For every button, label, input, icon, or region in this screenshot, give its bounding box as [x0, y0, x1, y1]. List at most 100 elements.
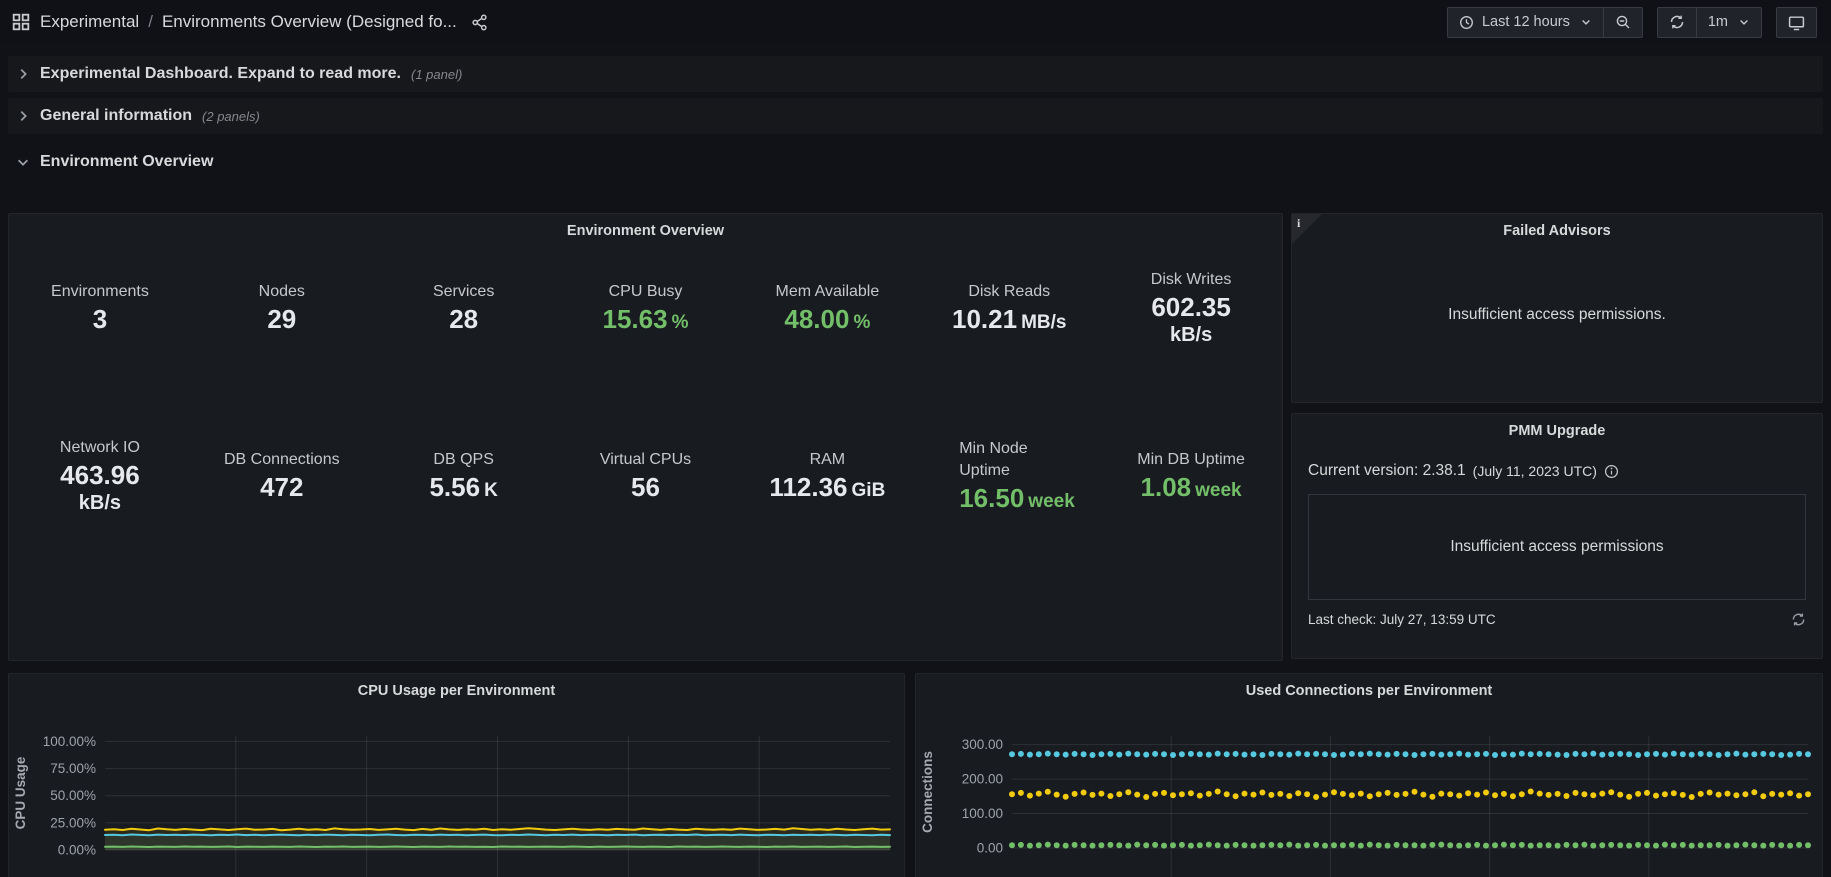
series-env-green — [105, 847, 890, 851]
breadcrumb-folder[interactable]: Experimental — [40, 12, 139, 32]
chevron-right-icon — [16, 67, 30, 81]
series-env-yellow — [1009, 789, 1811, 801]
y-tick-label: 100.00 — [962, 806, 1003, 821]
stat-value: 112.36GiB — [769, 473, 885, 503]
info-circle-icon[interactable] — [1604, 464, 1619, 479]
refresh-button[interactable] — [1658, 8, 1696, 37]
panel-cpu-usage-per-environment: CPU Usage per Environment 0.00% 25.00% 50.… — [8, 673, 905, 877]
stat-label: RAM — [769, 449, 885, 471]
stat-label: CPU Busy — [603, 281, 689, 303]
y-tick-label: 300.00 — [962, 737, 1003, 752]
panel-title[interactable]: Used Connections per Environment — [916, 674, 1822, 708]
stat-label: Mem Available — [775, 281, 879, 303]
stat-disk-reads: Disk Reads10.21MB/s — [918, 250, 1100, 366]
stats-row-1: Environments3Nodes29Services28CPU Busy15… — [9, 250, 1282, 366]
stat-label: Network IO — [60, 437, 140, 459]
pmm-current-version: Current version: 2.38.1 — [1308, 462, 1466, 480]
row-title: Environment Overview — [40, 153, 213, 171]
top-navbar: Experimental / Environments Overview (De… — [0, 0, 1831, 44]
stat-virtual-cpus: Virtual CPUs56 — [555, 418, 737, 534]
series-env-cyan — [1009, 751, 1811, 758]
stat-unit: GiB — [852, 480, 886, 501]
failed-advisors-message: Insufficient access permissions. — [1292, 306, 1822, 324]
pmm-last-check: Last check: July 27, 13:59 UTC — [1308, 612, 1496, 627]
stat-value: 48.00% — [775, 305, 879, 335]
row-title: Experimental Dashboard. Expand to read m… — [40, 65, 401, 83]
stat-environments: Environments3 — [9, 250, 191, 366]
stat-label: DB Connections — [224, 449, 340, 471]
stat-value: 1.08week — [1137, 473, 1245, 503]
time-range-label: Last 12 hours — [1482, 14, 1570, 30]
stat-value: 3 — [51, 305, 149, 335]
dashboard-title[interactable]: Environments Overview (Designed fo... — [162, 12, 457, 32]
chevron-right-icon — [16, 109, 30, 123]
stat-db-connections: DB Connections472 — [191, 418, 373, 534]
view-mode-group — [1776, 7, 1817, 38]
stat-min-db-uptime: Min DB Uptime1.08week — [1100, 418, 1282, 534]
used-connections-chart[interactable]: 0.00 100.00 200.00 300.00 Connections — [916, 708, 1822, 877]
breadcrumb: Experimental / Environments Overview (De… — [40, 12, 457, 32]
row-environment-overview[interactable]: Environment Overview — [8, 144, 1823, 180]
y-axis-label: CPU Usage — [13, 756, 28, 829]
chevron-down-icon — [1580, 16, 1592, 28]
clock-icon — [1459, 15, 1474, 30]
panel-pmm-upgrade: PMM Upgrade Current version: 2.38.1 (Jul… — [1291, 413, 1823, 659]
stat-label: Disk Writes — [1151, 269, 1232, 291]
y-axis-label: Connections — [920, 751, 935, 833]
grid — [105, 736, 890, 877]
panel-title[interactable]: PMM Upgrade — [1292, 414, 1822, 448]
y-tick-label: 50.00% — [50, 788, 96, 803]
stat-value: 5.56K — [429, 473, 497, 503]
stat-cpu-busy: CPU Busy15.63% — [555, 250, 737, 366]
panel-used-connections-per-environment: Used Connections per Environment 0.00 100… — [915, 673, 1823, 877]
tv-mode-button[interactable] — [1777, 8, 1816, 37]
refresh-interval-label: 1m — [1708, 14, 1728, 30]
y-tick-label: 0.00 — [977, 841, 1003, 856]
row-panel-count: (1 panel) — [411, 67, 462, 82]
stat-value: 463.96 — [60, 461, 140, 491]
stat-unit: week — [1028, 491, 1074, 512]
stat-db-qps: DB QPS5.56K — [373, 418, 555, 534]
stat-nodes: Nodes29 — [191, 250, 373, 366]
stat-services: Services28 — [373, 250, 555, 366]
stat-label: Nodes — [259, 281, 305, 303]
stat-unit: MB/s — [1021, 312, 1066, 333]
panel-title[interactable]: CPU Usage per Environment — [9, 674, 904, 708]
pmm-upgrade-message-box: Insufficient access permissions — [1308, 494, 1806, 600]
cpu-usage-chart[interactable]: 0.00%25.00%50.00%75.00%100.00%CPU Usage — [9, 708, 904, 877]
stat-disk-writes: Disk Writes602.35kB/s — [1100, 250, 1282, 366]
stat-unit: K — [484, 480, 498, 501]
panel-title[interactable]: Failed Advisors — [1292, 214, 1822, 248]
y-tick-label: 0.00% — [58, 843, 96, 858]
pmm-upgrade-message: Insufficient access permissions — [1450, 538, 1663, 556]
chevron-down-icon — [16, 155, 30, 169]
refresh-icon[interactable] — [1791, 612, 1806, 627]
y-tick-label: 25.00% — [50, 815, 96, 830]
y-tick-label: 75.00% — [50, 761, 96, 776]
stat-ram: RAM112.36GiB — [736, 418, 918, 534]
apps-grid-icon[interactable] — [12, 13, 30, 31]
stat-value: 16.50week — [959, 484, 1059, 514]
stat-value: 29 — [259, 305, 305, 335]
stat-value: 472 — [224, 473, 340, 503]
refresh-interval-button[interactable]: 1m — [1696, 8, 1761, 37]
breadcrumb-separator: / — [148, 12, 153, 32]
time-range-button[interactable]: Last 12 hours — [1448, 8, 1603, 37]
refresh-picker-group: 1m — [1657, 7, 1762, 38]
stats-row-2: Network IO463.96kB/sDB Connections472DB … — [9, 418, 1282, 534]
row-general-information[interactable]: General information (2 panels) — [8, 98, 1823, 134]
panel-failed-advisors: i Failed Advisors Insufficient access pe… — [1291, 213, 1823, 403]
zoom-out-button[interactable] — [1603, 8, 1642, 37]
row-experimental-dashboard[interactable]: Experimental Dashboard. Expand to read m… — [8, 56, 1823, 92]
panel-environment-overview: Environment Overview Environments3Nodes2… — [8, 213, 1283, 661]
stat-label: Min Node Uptime — [959, 438, 1059, 481]
panel-title[interactable]: Environment Overview — [9, 214, 1282, 248]
row-title: General information — [40, 107, 192, 125]
stat-mem-available: Mem Available48.00% — [736, 250, 918, 366]
share-icon[interactable] — [471, 14, 488, 31]
stat-label: Disk Reads — [952, 281, 1066, 303]
y-tick-label: 200.00 — [962, 772, 1003, 787]
stat-unit: week — [1195, 480, 1241, 501]
stat-label: Services — [433, 281, 494, 303]
chevron-down-icon — [1738, 16, 1750, 28]
